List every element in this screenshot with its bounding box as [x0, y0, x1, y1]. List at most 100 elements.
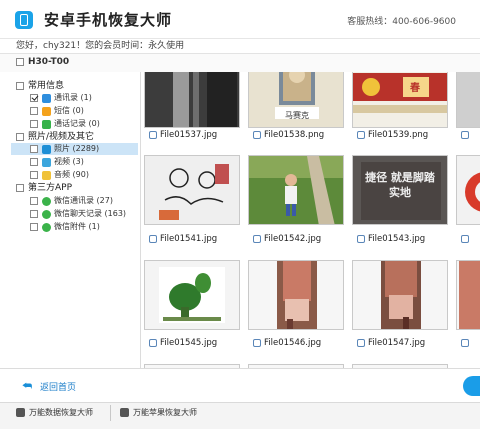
- photo-grid: File01537.jpg 马赛克 File01538.png 春 File01…: [141, 72, 480, 368]
- file-checkbox[interactable]: [253, 338, 261, 347]
- file-name: File01545.jpg: [160, 338, 218, 348]
- file-item-label[interactable]: File01539.png: [357, 130, 428, 140]
- item-label: 通讯录 (1): [54, 93, 92, 102]
- item-checkbox[interactable]: [30, 94, 38, 102]
- wechat-icon: [42, 222, 51, 232]
- file-name: File01537.jpg: [160, 130, 218, 140]
- apple-recovery-icon: [120, 408, 129, 417]
- category-label: 常用信息: [28, 81, 65, 91]
- file-checkbox[interactable]: [149, 130, 157, 139]
- sidebar-item-videos[interactable]: 视频 (3): [30, 156, 84, 168]
- file-name: File01538.png: [264, 130, 325, 140]
- action-bar: ⮪ 返回首页: [0, 368, 480, 402]
- select-all-checkbox[interactable]: [16, 58, 24, 66]
- file-item-label[interactable]: File01541.jpg: [149, 234, 217, 244]
- file-name: File01542.jpg: [264, 234, 322, 244]
- file-name: File01541.jpg: [160, 234, 218, 244]
- call-log-icon: [42, 119, 51, 129]
- back-arrow-icon[interactable]: ⮪: [22, 379, 32, 393]
- service-hotline: 客服热线：400-606-9600: [347, 17, 456, 27]
- contacts-icon: [42, 93, 51, 103]
- file-checkbox[interactable]: [149, 338, 157, 347]
- thumb-caption: 春: [410, 83, 420, 94]
- file-item-label[interactable]: File01542.jpg: [253, 234, 321, 244]
- category-checkbox[interactable]: [16, 184, 24, 192]
- item-label: 微信聊天记录 (163): [54, 209, 127, 218]
- item-label: 短信 (0): [54, 106, 84, 115]
- sidebar-item-wechat-chats[interactable]: 微信聊天记录 (163): [30, 208, 126, 220]
- device-bar: H30-T00: [0, 53, 480, 73]
- category-label: 第三方APP: [28, 183, 73, 193]
- sidebar-item-contacts[interactable]: 通讯录 (1): [30, 92, 92, 104]
- sidebar-item-wechat-attachments[interactable]: 微信附件 (1): [30, 221, 100, 233]
- item-checkbox[interactable]: [30, 145, 38, 153]
- file-checkbox[interactable]: [149, 234, 157, 243]
- next-button[interactable]: [463, 376, 480, 396]
- photo-thumbnail[interactable]: [144, 72, 240, 128]
- footer-link-label: 万能数据恢复大师: [29, 408, 93, 417]
- sidebar-item-wechat-contacts[interactable]: 微信通讯录 (27): [30, 195, 113, 207]
- photo-thumbnail[interactable]: [352, 260, 448, 330]
- sidebar-item-photos[interactable]: 照片 (2289): [11, 143, 138, 155]
- category-checkbox[interactable]: [16, 133, 24, 141]
- file-item-label[interactable]: File01547.jpg: [357, 338, 425, 348]
- category-media[interactable]: 照片/视频及其它: [16, 131, 94, 143]
- item-checkbox[interactable]: [30, 107, 38, 115]
- photo-thumbnail[interactable]: [456, 155, 480, 225]
- item-checkbox[interactable]: [30, 120, 38, 128]
- footer-link-label: 万能苹果恢复大师: [133, 408, 197, 417]
- wechat-icon: [42, 196, 51, 206]
- item-label: 通话记录 (0): [54, 119, 100, 128]
- file-checkbox[interactable]: [357, 338, 365, 347]
- item-checkbox[interactable]: [30, 158, 38, 166]
- photo-thumbnail[interactable]: [456, 260, 480, 330]
- item-checkbox[interactable]: [30, 197, 38, 205]
- footer-link-data-recovery[interactable]: 万能数据恢复大师: [16, 403, 93, 422]
- photo-thumbnail[interactable]: 春: [352, 72, 448, 128]
- footer-link-apple-recovery[interactable]: 万能苹果恢复大师: [120, 403, 197, 422]
- file-item-label[interactable]: File01545.jpg: [149, 338, 217, 348]
- photo-thumbnail[interactable]: [456, 72, 480, 128]
- file-name: File01546.jpg: [264, 338, 322, 348]
- item-label: 音频 (90): [54, 170, 89, 179]
- file-checkbox[interactable]: [461, 234, 469, 243]
- sidebar-item-sms[interactable]: 短信 (0): [30, 105, 84, 117]
- member-greeting: 您好，chy321！您的会员时间：永久使用: [16, 41, 185, 51]
- thumb-caption: 马赛克: [285, 111, 309, 120]
- item-checkbox[interactable]: [30, 223, 38, 231]
- photo-thumbnail[interactable]: [144, 260, 240, 330]
- photo-thumbnail[interactable]: [144, 155, 240, 225]
- file-checkbox[interactable]: [253, 234, 261, 243]
- file-item-label[interactable]: [461, 130, 472, 140]
- category-third-party[interactable]: 第三方APP: [16, 182, 72, 194]
- category-checkbox[interactable]: [16, 82, 24, 90]
- file-item-label[interactable]: [461, 234, 472, 244]
- photo-thumbnail[interactable]: [248, 155, 344, 225]
- file-item-label[interactable]: File01537.jpg: [149, 130, 217, 140]
- file-checkbox[interactable]: [357, 234, 365, 243]
- file-checkbox[interactable]: [253, 130, 261, 139]
- photo-icon: [42, 144, 51, 154]
- sidebar-item-call-log[interactable]: 通话记录 (0): [30, 118, 100, 130]
- data-recovery-icon: [16, 408, 25, 417]
- category-sidebar: 常用信息 通讯录 (1) 短信 (0) 通话记录 (0) 照片/视频及其它 照片…: [0, 72, 141, 368]
- item-checkbox[interactable]: [30, 171, 38, 179]
- photo-thumbnail[interactable]: 马赛克: [248, 72, 344, 128]
- file-item-label[interactable]: [461, 338, 472, 348]
- file-name: File01539.png: [368, 130, 429, 140]
- file-checkbox[interactable]: [461, 338, 469, 347]
- audio-icon: [42, 170, 51, 180]
- sidebar-item-audio[interactable]: 音频 (90): [30, 169, 89, 181]
- file-item-label[interactable]: File01538.png: [253, 130, 324, 140]
- category-common-info[interactable]: 常用信息: [16, 80, 64, 92]
- item-checkbox[interactable]: [30, 210, 38, 218]
- back-home-link[interactable]: 返回首页: [40, 380, 76, 393]
- photo-thumbnail[interactable]: [248, 260, 344, 330]
- footer-divider: [110, 405, 111, 421]
- file-item-label[interactable]: File01543.jpg: [357, 234, 425, 244]
- file-checkbox[interactable]: [357, 130, 365, 139]
- wechat-icon: [42, 209, 51, 219]
- file-item-label[interactable]: File01546.jpg: [253, 338, 321, 348]
- photo-thumbnail[interactable]: 捷径 就是脚踏实地: [352, 155, 448, 225]
- file-checkbox[interactable]: [461, 130, 469, 139]
